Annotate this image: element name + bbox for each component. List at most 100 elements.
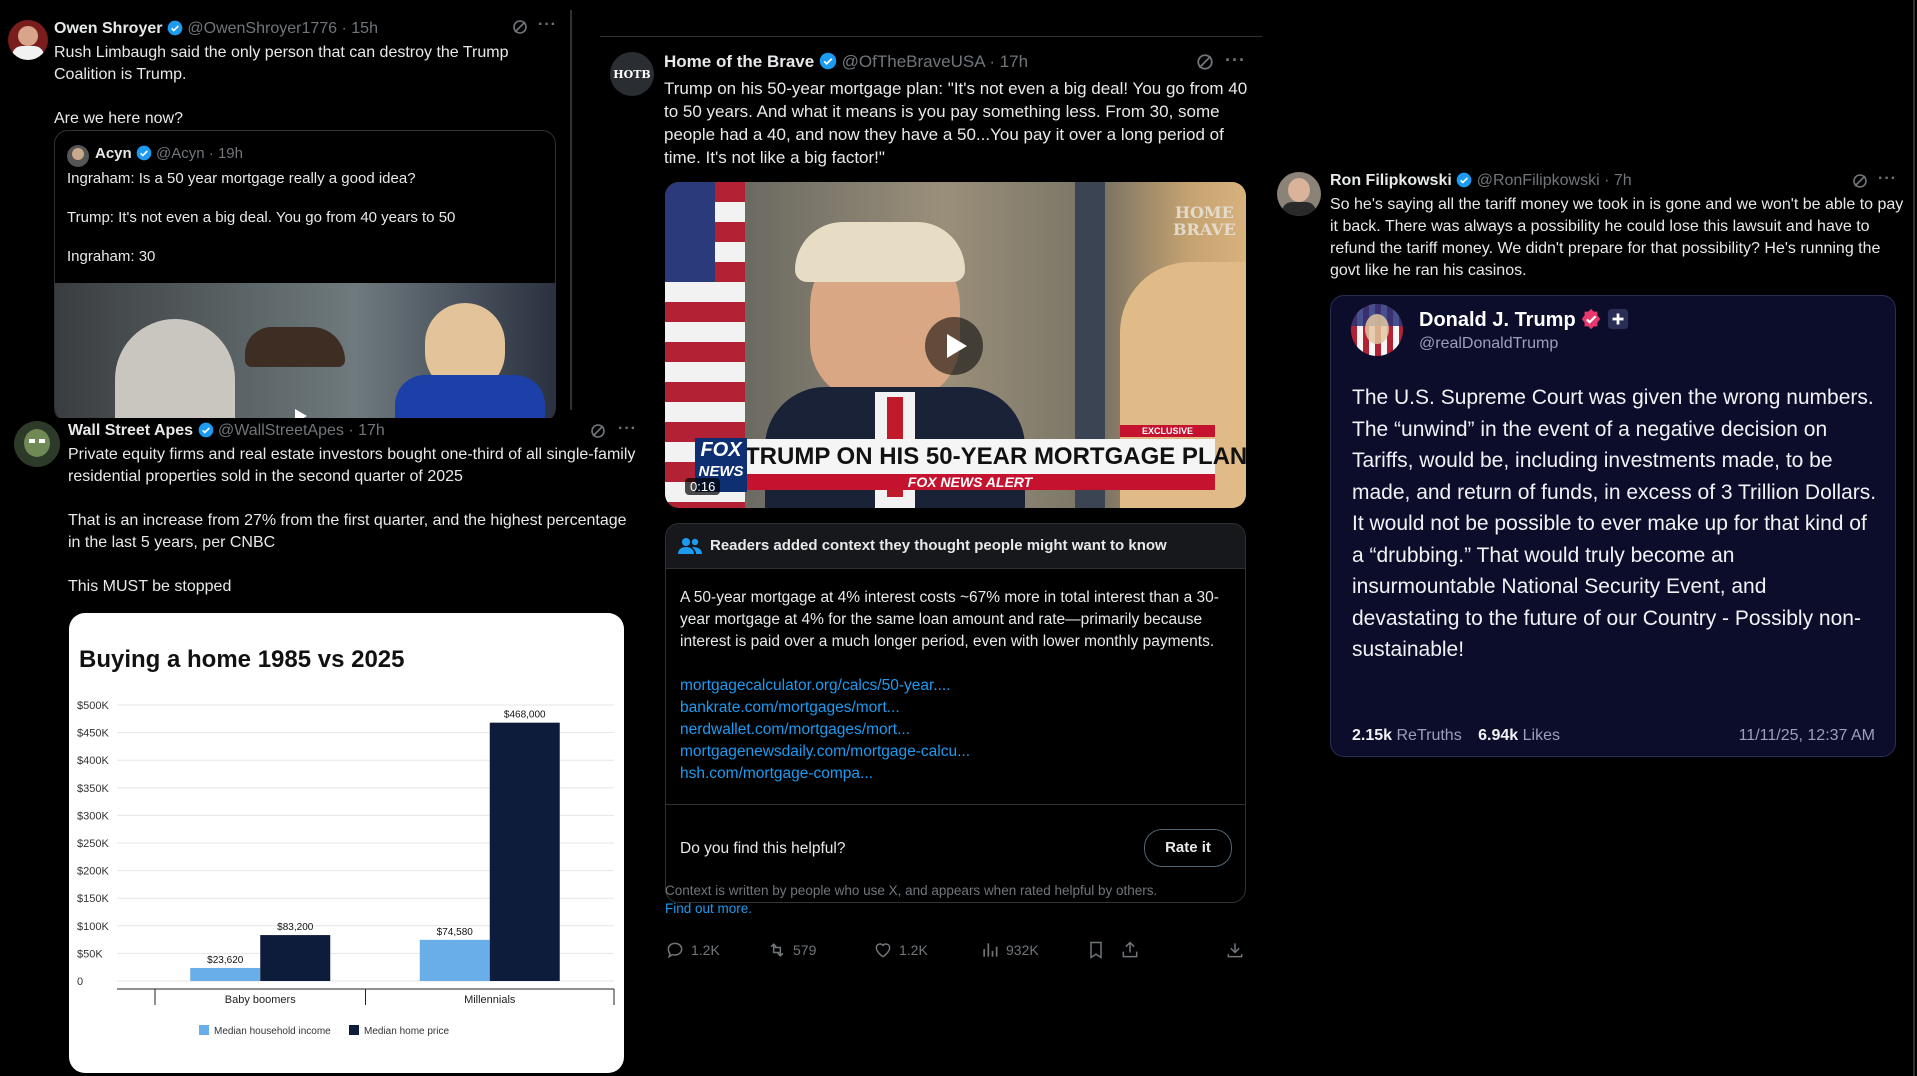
more-options-icon[interactable]: ··· xyxy=(1878,170,1897,188)
avatar[interactable] xyxy=(1277,172,1321,216)
post-time[interactable]: · 17h xyxy=(989,52,1028,71)
verified-badge-icon xyxy=(1456,172,1472,188)
note-footnote: Context is written by people who use X, … xyxy=(665,883,1158,898)
retruth-label: ReTruths xyxy=(1396,727,1462,744)
quoted-text-line: Ingraham: 30 xyxy=(67,248,156,265)
like-button[interactable]: 1.2K xyxy=(873,940,928,960)
chart-title: Buying a home 1985 vs 2025 xyxy=(79,646,405,673)
post-text-line: This MUST be stopped xyxy=(68,578,232,595)
note-link[interactable]: mortgagenewsdaily.com/mortgage-calcu... xyxy=(680,743,970,761)
right-edge-border xyxy=(1913,0,1915,1076)
verified-badge-icon xyxy=(136,145,152,161)
top-divider xyxy=(600,36,1262,37)
heart-icon xyxy=(875,943,891,958)
author-handle[interactable]: @OwenShroyer1776 xyxy=(187,20,337,37)
author-name[interactable]: Wall Street Apes xyxy=(68,422,193,439)
reply-count: 1.2K xyxy=(691,942,720,958)
quoted-post[interactable]: Acyn @Acyn · 19h Ingraham: Is a 50 year … xyxy=(54,130,556,422)
news-badge: EXCLUSIVE xyxy=(1120,425,1215,437)
post-time[interactable]: · 7h xyxy=(1604,172,1632,189)
truth-text: The U.S. Supreme Court was given the wro… xyxy=(1352,386,1877,661)
y-tick-label: $500K xyxy=(77,700,109,712)
plus-badge-icon xyxy=(1607,308,1628,330)
grok-icon[interactable] xyxy=(1852,173,1868,189)
note-link[interactable]: mortgagecalculator.org/calcs/50-year.... xyxy=(680,677,951,695)
grok-icon[interactable] xyxy=(512,19,528,35)
more-options-icon[interactable]: ··· xyxy=(538,16,557,34)
post-text-line: Are we here now? xyxy=(54,110,183,127)
reply-icon xyxy=(667,942,683,959)
repost-icon xyxy=(770,943,784,957)
bookmark-icon[interactable] xyxy=(1086,940,1106,960)
y-tick-label: $100K xyxy=(77,921,109,933)
bar-value-label: $468,000 xyxy=(504,710,546,721)
grok-icon[interactable] xyxy=(1196,53,1214,71)
post-time[interactable]: · 15h xyxy=(342,20,378,37)
author-name[interactable]: Owen Shroyer xyxy=(54,20,162,37)
like-label: Likes xyxy=(1522,727,1561,744)
note-link[interactable]: nerdwallet.com/mortgages/mort... xyxy=(680,721,910,739)
author-name[interactable]: Home of the Brave xyxy=(664,52,814,71)
bar-value-label: $74,580 xyxy=(437,927,474,938)
bar-value-label: $83,200 xyxy=(277,922,314,933)
y-tick-label: $400K xyxy=(77,755,109,767)
play-icon xyxy=(947,334,967,358)
bar xyxy=(190,967,261,981)
post-text-line: That is an increase from 27% from the fi… xyxy=(68,512,627,551)
watermark: HOME BRAVE xyxy=(1173,203,1236,239)
note-link[interactable]: bankrate.com/mortgages/mort... xyxy=(680,699,900,717)
retruth-count: 2.15k xyxy=(1352,727,1393,744)
reply-button[interactable]: 1.2K xyxy=(665,940,720,960)
avatar-text: HOTB xyxy=(613,67,651,81)
views-button[interactable]: 932K xyxy=(980,940,1039,960)
legend-swatch xyxy=(199,1025,209,1035)
note-link[interactable]: hsh.com/mortgage-compa... xyxy=(680,765,873,783)
community-note: Readers added context they thought peopl… xyxy=(665,523,1246,903)
legend-swatch xyxy=(349,1025,359,1035)
author-handle[interactable]: @WallStreetApes xyxy=(218,422,344,439)
quoted-text-line: Trump: It's not even a big deal. You go … xyxy=(67,209,456,226)
quoted-video-thumbnail[interactable] xyxy=(55,283,555,421)
truth-date: 11/11/25, 12:37 AM xyxy=(1738,727,1875,744)
rate-it-button[interactable]: Rate it xyxy=(1144,829,1232,867)
author-handle[interactable]: @RonFilipkowski xyxy=(1477,172,1600,189)
x-category-label: Baby boomers xyxy=(225,994,296,1006)
find-out-more-link[interactable]: Find out more. xyxy=(665,901,752,916)
quoted-author-name: Acyn xyxy=(95,145,132,162)
y-tick-label: $350K xyxy=(77,783,109,795)
video-duration: 0:16 xyxy=(685,478,721,495)
bar xyxy=(489,722,560,981)
post-owen-shroyer: Owen Shroyer @OwenShroyer1776 · 15h ··· … xyxy=(0,0,570,422)
x-category-label: Millennials xyxy=(464,994,516,1006)
y-tick-label: $300K xyxy=(77,810,109,822)
avatar[interactable] xyxy=(8,20,48,60)
truth-social-card[interactable]: Donald J. Trump @realDonaldTrump The U.S… xyxy=(1330,295,1896,757)
note-text: A 50-year mortgage at 4% interest costs … xyxy=(680,589,1219,650)
download-icon[interactable] xyxy=(1225,940,1245,960)
post-text-line: Private equity firms and real estate inv… xyxy=(68,446,636,485)
chart-image[interactable]: Buying a home 1985 vs 2025 0 $50K $100K $15… xyxy=(69,613,624,1073)
share-icon[interactable] xyxy=(1120,940,1140,960)
truth-author-handle: @realDonaldTrump xyxy=(1419,335,1559,352)
like-count: 6.94k xyxy=(1478,727,1519,744)
avatar xyxy=(1351,304,1403,356)
author-name[interactable]: Ron Filipkowski xyxy=(1330,172,1452,189)
post-time[interactable]: · 17h xyxy=(348,422,384,439)
news-chyron: TRUMP ON HIS 50-YEAR MORTGAGE PLAN xyxy=(725,439,1246,474)
views-icon xyxy=(983,943,998,957)
y-tick-label: $250K xyxy=(77,838,109,850)
verified-badge-icon xyxy=(198,422,213,438)
like-count: 1.2K xyxy=(899,942,928,958)
video-player[interactable]: HOME BRAVE EXCLUSIVE TRUMP ON HIS 50-YEA… xyxy=(665,182,1246,508)
repost-button[interactable]: 579 xyxy=(767,940,816,960)
verified-badge-icon xyxy=(167,20,183,36)
y-tick-label: 0 xyxy=(77,976,83,988)
play-button[interactable] xyxy=(925,317,983,375)
verified-badge-icon xyxy=(819,52,837,70)
note-header: Readers added context they thought peopl… xyxy=(710,537,1167,554)
avatar[interactable] xyxy=(14,421,60,467)
avatar[interactable]: HOTB xyxy=(610,52,654,96)
author-handle[interactable]: @OfTheBraveUSA xyxy=(842,52,985,71)
more-options-icon[interactable]: ··· xyxy=(1225,50,1246,71)
column-divider xyxy=(570,10,572,410)
